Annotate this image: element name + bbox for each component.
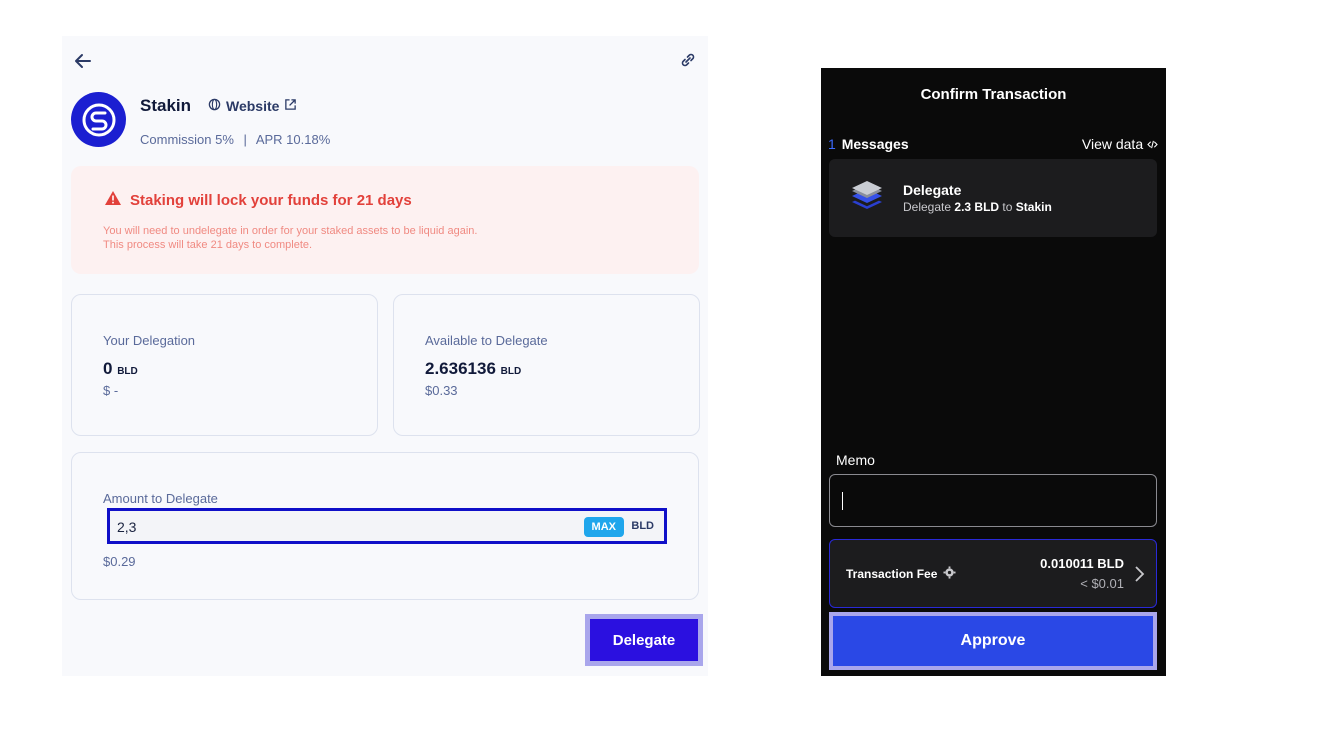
validator-logo — [71, 92, 126, 147]
warning-icon — [104, 190, 122, 210]
amount-label: Amount to Delegate — [103, 491, 218, 506]
commission-text: Commission 5% — [140, 132, 234, 147]
available-label: Available to Delegate — [425, 333, 548, 348]
copy-link-icon[interactable] — [678, 50, 698, 70]
available-unit: BLD — [500, 366, 522, 377]
fee-label: Transaction Fee — [846, 567, 938, 581]
fee-value: 0.010011 BLD — [1040, 556, 1124, 571]
available-usd: $0.33 — [425, 383, 458, 398]
gear-icon[interactable] — [943, 566, 956, 582]
fee-usd: < $0.01 — [1080, 576, 1124, 591]
layers-icon — [849, 179, 885, 215]
message-to: to — [1002, 200, 1013, 214]
website-link[interactable]: Website — [208, 98, 297, 114]
amount-unit: BLD — [631, 520, 654, 532]
confirm-transaction-panel: Confirm Transaction 1 Messages View data… — [821, 68, 1166, 676]
your-delegation-usd: $ - — [103, 383, 119, 398]
warning-title: Staking will lock your funds for 21 days — [130, 191, 412, 209]
your-delegation-value: 0 — [103, 359, 113, 378]
view-data-label: View data — [1081, 136, 1144, 152]
website-label: Website — [226, 98, 280, 114]
available-card: Available to Delegate 2.636136 BLD $0.33 — [393, 294, 700, 436]
delegate-button-highlight: Delegate — [585, 614, 703, 666]
messages-count: 1 — [828, 136, 836, 152]
staking-panel: Stakin Website Commission 5% | APR 10.18… — [62, 36, 708, 676]
lock-warning: Staking will lock your funds for 21 days… — [71, 166, 699, 274]
warning-line-1: You will need to undelegate in order for… — [103, 225, 478, 237]
warning-line-2: This process will take 21 days to comple… — [103, 239, 313, 251]
message-amount: 2.3 BLD — [954, 200, 1000, 214]
max-button[interactable]: MAX — [583, 517, 624, 537]
confirm-title: Confirm Transaction — [920, 86, 1067, 103]
memo-label: Memo — [836, 452, 875, 468]
your-delegation-label: Your Delegation — [103, 333, 196, 348]
delegate-button[interactable]: Delegate — [590, 619, 698, 661]
external-link-icon — [284, 98, 297, 114]
transaction-fee-row[interactable]: Transaction Fee 0.010011 BLD < $0.01 — [829, 539, 1157, 608]
validator-stats: Commission 5% | APR 10.18% — [140, 132, 330, 147]
amount-usd: $0.29 — [103, 554, 136, 569]
apr-text: APR 10.18% — [255, 132, 331, 147]
message-description: Delegate 2.3 BLD to Stakin — [903, 200, 1052, 214]
view-data-link[interactable]: View data — [1082, 136, 1158, 152]
message-prefix: Delegate — [903, 200, 952, 214]
messages-header: 1 Messages — [828, 136, 909, 152]
validator-name: Stakin — [140, 96, 192, 115]
amount-value[interactable]: 2,3 — [117, 519, 136, 535]
approve-button-highlight: Approve — [829, 612, 1157, 670]
chevron-right-icon[interactable] — [1132, 564, 1146, 584]
globe-icon — [208, 98, 221, 114]
message-validator: Stakin — [1015, 200, 1052, 214]
approve-button[interactable]: Approve — [833, 616, 1153, 666]
code-icon — [1147, 136, 1158, 152]
back-arrow-icon[interactable] — [72, 50, 94, 72]
memo-input[interactable] — [829, 474, 1157, 527]
available-value: 2.636136 — [425, 359, 496, 378]
amount-input[interactable]: 2,3 MAX BLD — [107, 508, 667, 544]
messages-label: Messages — [841, 136, 909, 152]
message-card: Delegate Delegate 2.3 BLD to Stakin — [829, 159, 1157, 237]
stats-separator: | — [243, 132, 247, 147]
message-title: Delegate — [903, 182, 962, 198]
text-caret — [842, 492, 843, 510]
your-delegation-card: Your Delegation 0 BLD $ - — [71, 294, 378, 436]
your-delegation-unit: BLD — [117, 366, 138, 377]
